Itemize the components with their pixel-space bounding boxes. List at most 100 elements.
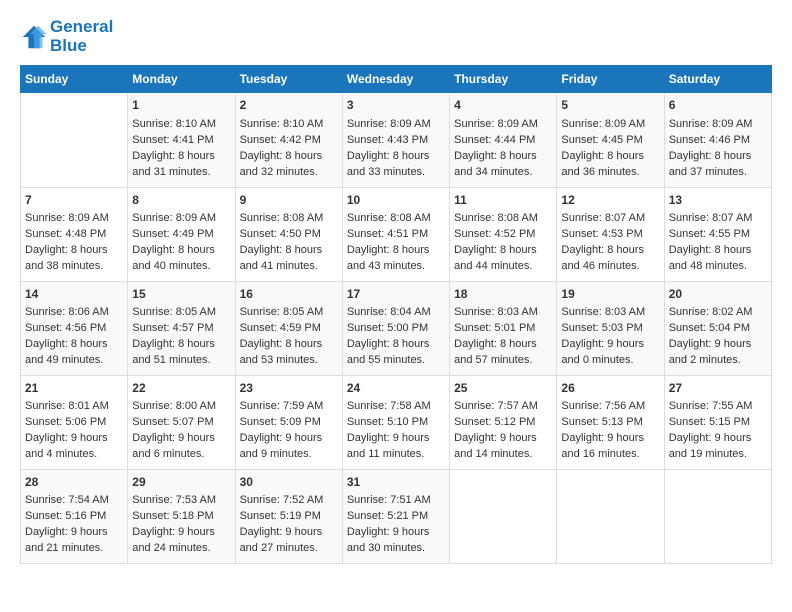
- calendar-table: SundayMondayTuesdayWednesdayThursdayFrid…: [20, 65, 772, 564]
- logo: General Blue: [20, 18, 113, 55]
- day-number: 19: [561, 286, 659, 303]
- day-info: Daylight: 8 hours: [240, 243, 338, 259]
- day-header-monday: Monday: [128, 66, 235, 93]
- day-number: 29: [132, 474, 230, 491]
- day-info: Sunrise: 8:00 AM: [132, 399, 230, 415]
- day-info: Sunset: 4:49 PM: [132, 227, 230, 243]
- day-info: Sunrise: 8:08 AM: [240, 211, 338, 227]
- calendar-cell: 12Sunrise: 8:07 AMSunset: 4:53 PMDayligh…: [557, 187, 664, 281]
- logo-icon: [20, 23, 48, 51]
- calendar-cell: 14Sunrise: 8:06 AMSunset: 4:56 PMDayligh…: [21, 281, 128, 375]
- day-info: Sunrise: 7:51 AM: [347, 493, 445, 509]
- day-info: Sunrise: 8:10 AM: [240, 117, 338, 133]
- day-header-friday: Friday: [557, 66, 664, 93]
- day-number: 3: [347, 97, 445, 114]
- day-info: Daylight: 9 hours: [669, 337, 767, 353]
- day-info: Daylight: 8 hours: [347, 243, 445, 259]
- day-info: Sunset: 5:03 PM: [561, 321, 659, 337]
- day-info: Daylight: 8 hours: [561, 149, 659, 165]
- day-number: 7: [25, 192, 123, 209]
- day-info: Daylight: 8 hours: [25, 243, 123, 259]
- day-info: Sunrise: 8:07 AM: [669, 211, 767, 227]
- day-info: Sunrise: 7:56 AM: [561, 399, 659, 415]
- calendar-cell: 27Sunrise: 7:55 AMSunset: 5:15 PMDayligh…: [664, 375, 771, 469]
- header: General Blue: [20, 18, 772, 55]
- day-number: 21: [25, 380, 123, 397]
- day-info: Sunset: 5:10 PM: [347, 415, 445, 431]
- day-info: and 27 minutes.: [240, 541, 338, 557]
- day-info: Sunrise: 8:04 AM: [347, 305, 445, 321]
- day-info: Daylight: 9 hours: [240, 431, 338, 447]
- calendar-cell: 3Sunrise: 8:09 AMSunset: 4:43 PMDaylight…: [342, 93, 449, 187]
- week-row-4: 21Sunrise: 8:01 AMSunset: 5:06 PMDayligh…: [21, 375, 772, 469]
- calendar-cell: 7Sunrise: 8:09 AMSunset: 4:48 PMDaylight…: [21, 187, 128, 281]
- day-number: 8: [132, 192, 230, 209]
- day-info: and 48 minutes.: [669, 259, 767, 275]
- day-info: Sunset: 4:59 PM: [240, 321, 338, 337]
- day-info: Sunrise: 7:58 AM: [347, 399, 445, 415]
- day-info: Sunrise: 8:09 AM: [454, 117, 552, 133]
- day-info: Sunset: 4:44 PM: [454, 133, 552, 149]
- day-info: Sunset: 4:43 PM: [347, 133, 445, 149]
- day-number: 27: [669, 380, 767, 397]
- day-info: Daylight: 8 hours: [454, 243, 552, 259]
- day-info: Sunrise: 8:08 AM: [454, 211, 552, 227]
- day-info: Daylight: 8 hours: [25, 337, 123, 353]
- calendar-cell: 11Sunrise: 8:08 AMSunset: 4:52 PMDayligh…: [450, 187, 557, 281]
- day-info: and 34 minutes.: [454, 165, 552, 181]
- day-info: Sunset: 5:18 PM: [132, 509, 230, 525]
- day-number: 28: [25, 474, 123, 491]
- calendar-cell: 6Sunrise: 8:09 AMSunset: 4:46 PMDaylight…: [664, 93, 771, 187]
- week-row-5: 28Sunrise: 7:54 AMSunset: 5:16 PMDayligh…: [21, 469, 772, 563]
- day-info: Sunrise: 7:52 AM: [240, 493, 338, 509]
- day-info: Daylight: 9 hours: [25, 431, 123, 447]
- day-info: Sunset: 4:42 PM: [240, 133, 338, 149]
- day-info: and 11 minutes.: [347, 447, 445, 463]
- calendar-cell: 1Sunrise: 8:10 AMSunset: 4:41 PMDaylight…: [128, 93, 235, 187]
- day-info: Sunrise: 7:54 AM: [25, 493, 123, 509]
- day-info: and 14 minutes.: [454, 447, 552, 463]
- calendar-cell: 24Sunrise: 7:58 AMSunset: 5:10 PMDayligh…: [342, 375, 449, 469]
- calendar-cell: [450, 469, 557, 563]
- day-info: Sunset: 5:19 PM: [240, 509, 338, 525]
- day-info: Sunset: 5:06 PM: [25, 415, 123, 431]
- day-number: 1: [132, 97, 230, 114]
- day-info: Daylight: 9 hours: [347, 431, 445, 447]
- day-info: and 32 minutes.: [240, 165, 338, 181]
- day-info: and 43 minutes.: [347, 259, 445, 275]
- day-info: and 49 minutes.: [25, 353, 123, 369]
- day-info: Daylight: 9 hours: [561, 431, 659, 447]
- day-info: Sunrise: 8:09 AM: [132, 211, 230, 227]
- day-info: and 4 minutes.: [25, 447, 123, 463]
- calendar-cell: [664, 469, 771, 563]
- day-info: and 2 minutes.: [669, 353, 767, 369]
- day-info: and 0 minutes.: [561, 353, 659, 369]
- day-header-thursday: Thursday: [450, 66, 557, 93]
- calendar-cell: 16Sunrise: 8:05 AMSunset: 4:59 PMDayligh…: [235, 281, 342, 375]
- day-info: Sunrise: 8:02 AM: [669, 305, 767, 321]
- day-info: Sunrise: 8:10 AM: [132, 117, 230, 133]
- day-info: Sunset: 4:56 PM: [25, 321, 123, 337]
- day-number: 12: [561, 192, 659, 209]
- page: General Blue SundayMondayTuesdayWednesda…: [0, 0, 792, 574]
- day-info: Sunset: 4:46 PM: [669, 133, 767, 149]
- day-info: Sunset: 5:12 PM: [454, 415, 552, 431]
- calendar-cell: 8Sunrise: 8:09 AMSunset: 4:49 PMDaylight…: [128, 187, 235, 281]
- day-info: and 36 minutes.: [561, 165, 659, 181]
- day-info: Daylight: 9 hours: [669, 431, 767, 447]
- day-info: Sunrise: 8:03 AM: [454, 305, 552, 321]
- calendar-cell: 4Sunrise: 8:09 AMSunset: 4:44 PMDaylight…: [450, 93, 557, 187]
- calendar-cell: 2Sunrise: 8:10 AMSunset: 4:42 PMDaylight…: [235, 93, 342, 187]
- week-row-3: 14Sunrise: 8:06 AMSunset: 4:56 PMDayligh…: [21, 281, 772, 375]
- day-info: Daylight: 8 hours: [240, 149, 338, 165]
- calendar-cell: 21Sunrise: 8:01 AMSunset: 5:06 PMDayligh…: [21, 375, 128, 469]
- calendar-cell: 9Sunrise: 8:08 AMSunset: 4:50 PMDaylight…: [235, 187, 342, 281]
- day-info: and 44 minutes.: [454, 259, 552, 275]
- calendar-cell: 29Sunrise: 7:53 AMSunset: 5:18 PMDayligh…: [128, 469, 235, 563]
- day-info: Sunset: 4:57 PM: [132, 321, 230, 337]
- day-info: Sunrise: 8:09 AM: [347, 117, 445, 133]
- day-info: Sunset: 5:21 PM: [347, 509, 445, 525]
- day-number: 20: [669, 286, 767, 303]
- day-info: Daylight: 8 hours: [132, 149, 230, 165]
- day-info: Sunrise: 7:55 AM: [669, 399, 767, 415]
